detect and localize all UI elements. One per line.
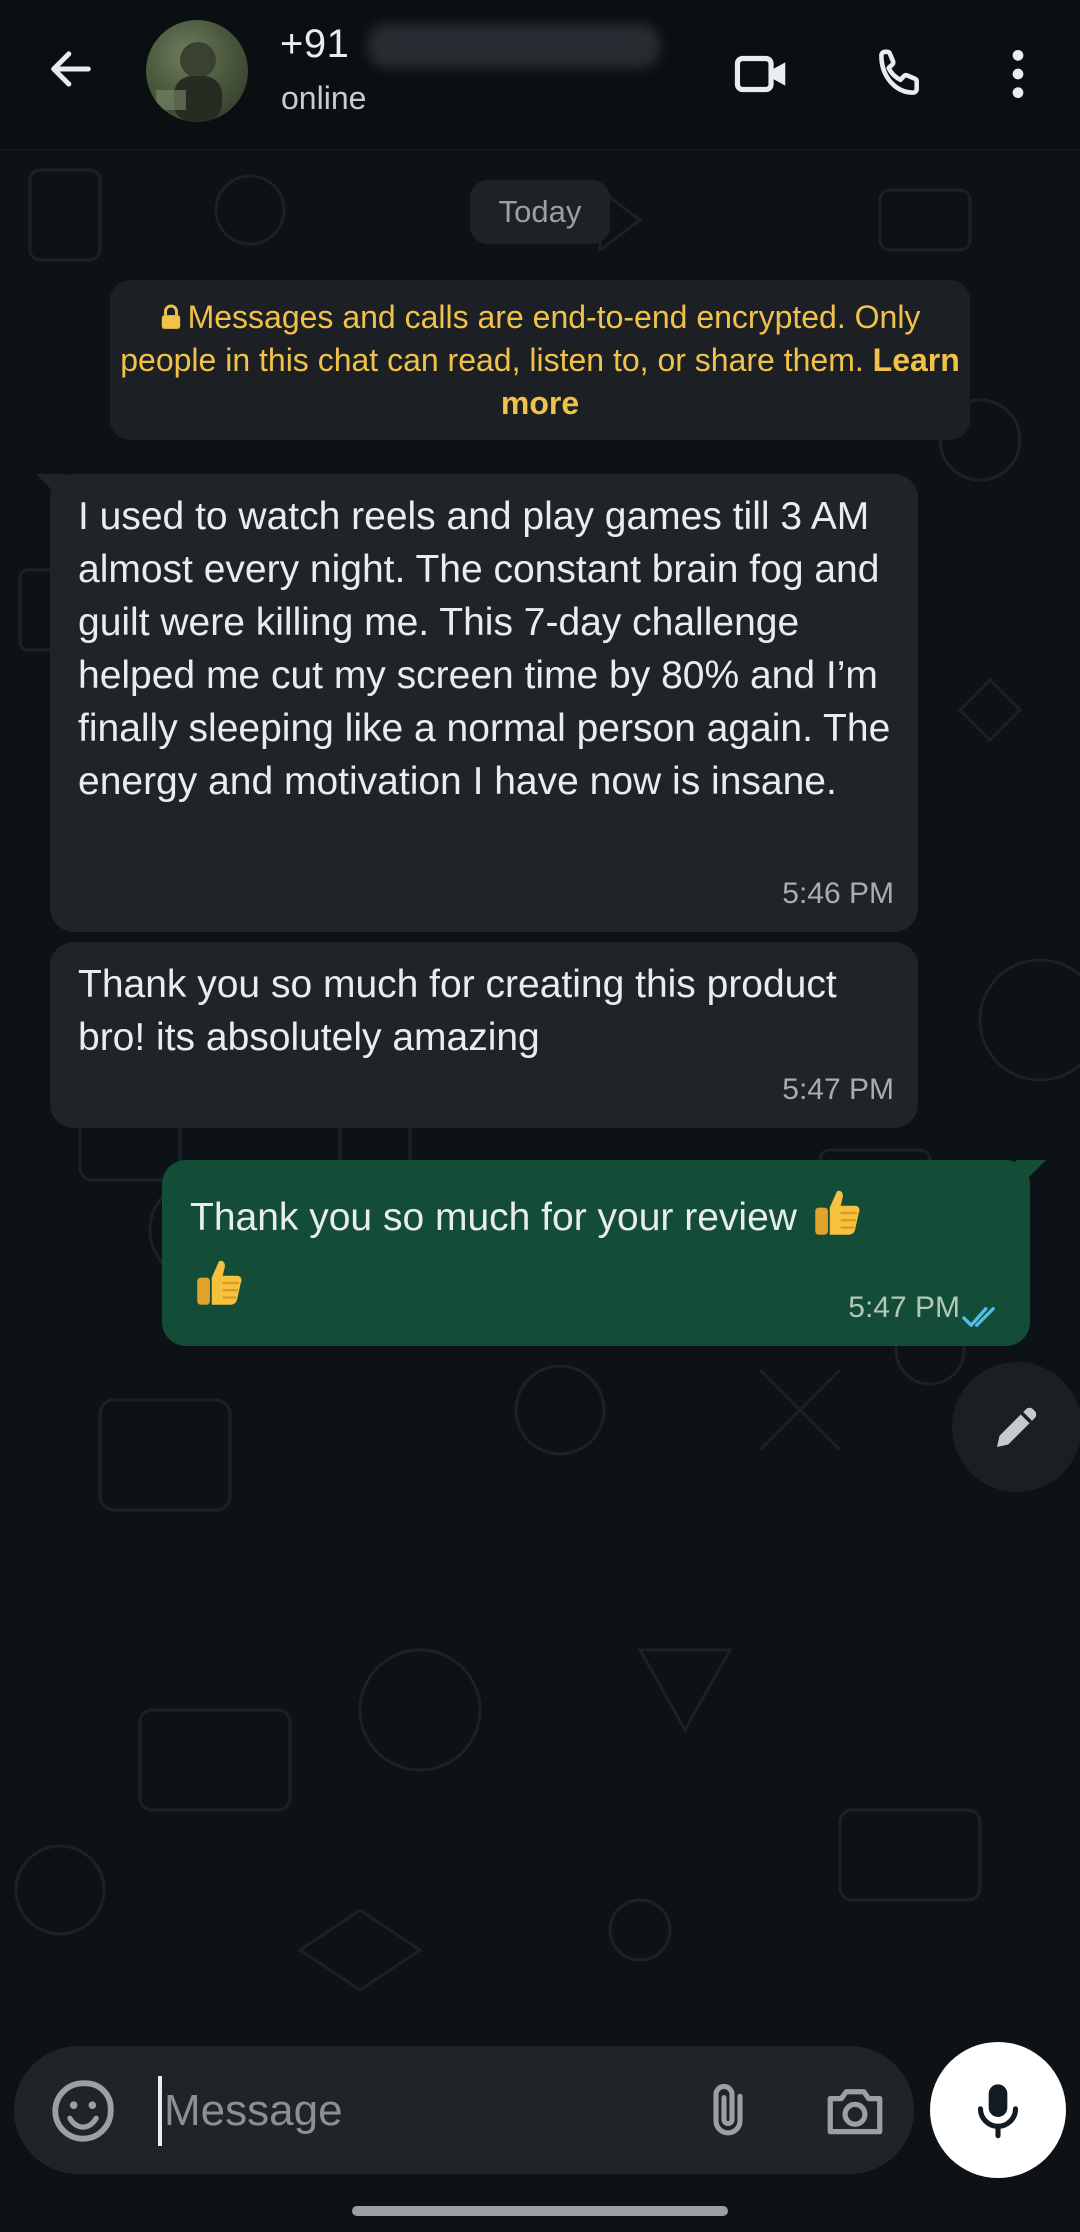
attach-icon[interactable] [696,2078,760,2144]
avatar[interactable] [146,20,248,122]
pencil-icon [997,1407,1037,1447]
message-text: Thank you so much for creating this prod… [78,963,837,1059]
voice-call-icon [879,49,919,95]
video-call-icon [734,55,786,93]
message-time: 5:47 PM [782,1073,894,1106]
edit-button[interactable] [952,1362,1080,1492]
message-bubble-outgoing[interactable]: Thank you so much for your review 5:47 P… [162,1160,1046,1346]
video-call-button[interactable] [724,36,800,112]
chat-header: +91 online [0,0,1080,150]
encryption-notice-text: Messages and calls are end-to-end encryp… [120,299,921,378]
more-options-icon [1012,49,1024,99]
redacted-phone-number [368,24,660,68]
chat-screen: +91 online Today Messages and calls are … [0,0,1080,2232]
voice-message-button[interactable] [930,2042,1066,2178]
date-separator: Today [470,180,610,244]
message-text: I used to watch reels and play games til… [78,495,891,803]
avatar-photo [156,42,222,122]
more-options-button[interactable] [980,36,1056,112]
back-arrow-icon [51,51,91,87]
message-text: Thank you so much for your review [190,1196,797,1239]
mic-icon [977,2084,1019,2139]
thumbs-up-emoji [815,1190,860,1235]
sticker-icon[interactable] [48,2076,118,2146]
back-button[interactable] [36,34,106,104]
message-time: 5:46 PM [782,877,894,910]
read-receipt-icon [962,1307,995,1327]
bubble-tail [36,474,66,504]
message-composer [14,2046,914,2174]
camera-icon[interactable] [822,2078,888,2144]
message-bubble-incoming[interactable]: Thank you so much for creating this prod… [50,942,918,1128]
thumbs-up-emoji [197,1260,242,1305]
voice-call-button[interactable] [862,36,938,112]
lock-icon [161,304,180,329]
contact-status: online [281,80,367,116]
message-input[interactable] [164,2076,664,2146]
contact-name[interactable]: +91 [280,22,349,67]
text-cursor [158,2076,162,2146]
message-bubble-incoming[interactable]: I used to watch reels and play games til… [36,474,918,932]
home-indicator[interactable] [352,2206,728,2216]
message-time: 5:47 PM [848,1291,960,1324]
bubble-tail [1016,1160,1046,1190]
encryption-notice[interactable]: Messages and calls are end-to-end encryp… [110,280,970,440]
